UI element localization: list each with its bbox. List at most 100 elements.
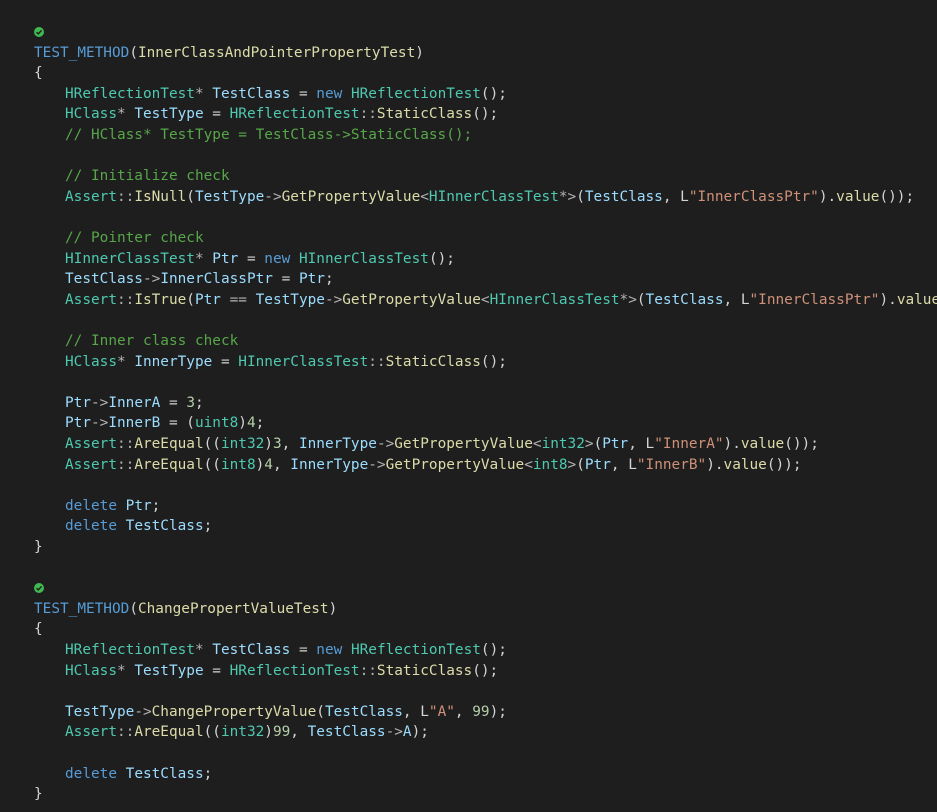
code-token: Ptr (212, 250, 239, 267)
code-line[interactable]: } (34, 537, 43, 558)
code-line[interactable]: Assert::AreEqual((int32)3, InnerType->Ge… (65, 434, 819, 455)
code-token: Ptr (298, 271, 325, 288)
code-token: } (34, 786, 43, 803)
code-line[interactable]: HReflectionTest* TestClass = new HReflec… (65, 640, 507, 661)
code-token: TEST_METHOD (34, 600, 130, 617)
code-token: ). (879, 291, 897, 308)
code-line[interactable]: Ptr->InnerB = (uint8)4; (65, 413, 264, 434)
code-token: ). (706, 456, 724, 473)
code-token: "InnerClassPtr" (749, 291, 880, 308)
code-token: GetPropertyValue (385, 456, 525, 473)
code-token: HInnerClassTest (428, 188, 559, 205)
code-token: ( (576, 188, 585, 205)
code-token: ; (194, 394, 204, 411)
code-token: AreEqual (134, 724, 204, 741)
code-line[interactable]: TestType->ChangePropertyValue(TestClass,… (65, 702, 507, 723)
code-token: ) (264, 724, 273, 741)
code-token: Assert (65, 436, 117, 452)
code-line[interactable]: Ptr->InnerA = 3; (65, 393, 204, 414)
code-line[interactable]: Assert::AreEqual((int32)99, TestClass->A… (65, 722, 429, 743)
code-token: = (290, 642, 317, 658)
code-line[interactable]: Assert::IsNull(TestType->GetPropertyValu… (65, 187, 914, 208)
code-line[interactable]: // Pointer check (65, 228, 204, 249)
code-token: HReflectionTest (350, 85, 481, 102)
code-token: ( (576, 456, 585, 473)
code-token: HReflectionTest (65, 642, 195, 658)
code-token: < (532, 436, 542, 452)
code-token: InnerType (298, 436, 377, 452)
code-line[interactable]: // HClass* TestType = TestClass->StaticC… (65, 125, 472, 146)
code-line[interactable]: // Inner class check (65, 331, 238, 352)
code-token: // Pointer check (65, 230, 204, 246)
code-line[interactable]: Assert::AreEqual((int8)4, InnerType->Get… (65, 455, 802, 476)
code-token: ()); (766, 456, 802, 473)
code-token: :: (359, 662, 377, 679)
code-token: , (281, 436, 299, 452)
code-line[interactable]: // Initialize check (65, 166, 230, 187)
code-token: 99 (472, 703, 490, 720)
code-token: = (238, 250, 265, 267)
code-token: * (116, 662, 135, 679)
code-token: , L (628, 436, 655, 452)
code-line[interactable]: TestClass->InnerClassPtr = Ptr; (65, 269, 334, 290)
code-token: :: (368, 353, 386, 370)
code-line[interactable]: delete TestClass; (65, 516, 212, 537)
code-line[interactable]: HClass* InnerType = HInnerClassTest::Sta… (65, 352, 507, 373)
code-token: A (402, 724, 412, 741)
code-token: Assert (65, 724, 117, 741)
code-token: (); (428, 250, 455, 267)
code-token: value (896, 291, 937, 308)
code-line[interactable]: TEST_METHOD(ChangePropertValueTest) (34, 599, 337, 620)
code-editor[interactable]: TEST_METHOD(InnerClassAndPointerProperty… (0, 0, 937, 812)
code-token: < (420, 188, 429, 205)
code-token: , L (723, 291, 750, 308)
code-token: GetPropertyValue (342, 291, 481, 308)
code-line[interactable]: Assert::IsTrue(Ptr == TestType->GetPrope… (65, 290, 937, 311)
code-token: int32 (220, 436, 265, 452)
code-token: ( (129, 44, 138, 61)
code-token: HClass (65, 662, 117, 679)
code-token: Assert (65, 188, 117, 205)
code-token: TestClass (212, 85, 291, 102)
code-line[interactable]: HClass* TestType = HReflectionTest::Stat… (65, 104, 498, 125)
code-token: ) (255, 456, 265, 473)
code-line[interactable]: } (34, 784, 43, 805)
code-token: :: (116, 724, 135, 741)
code-token: StaticClass (376, 106, 473, 123)
code-line[interactable]: HReflectionTest* TestClass = new HReflec… (65, 84, 507, 105)
code-token: ()); (879, 188, 915, 205)
code-token: 4 (246, 415, 256, 432)
code-token: TestType (194, 188, 265, 205)
code-line[interactable]: { (34, 63, 43, 84)
code-token: TestType (255, 291, 325, 308)
code-token: ; (255, 415, 265, 432)
code-line[interactable]: TEST_METHOD(InnerClassAndPointerProperty… (34, 43, 424, 64)
code-token: 99 (272, 724, 291, 741)
code-line[interactable]: delete TestClass; (65, 764, 212, 785)
code-token: -> (376, 436, 395, 452)
code-token: Ptr (194, 291, 221, 308)
code-token: new (264, 250, 291, 267)
code-token: TestClass (307, 724, 386, 741)
code-line[interactable]: delete Ptr; (65, 496, 160, 517)
test-passed-icon[interactable] (34, 583, 44, 594)
code-token: HReflectionTest (65, 85, 195, 102)
code-token: HReflectionTest (229, 106, 360, 123)
code-token: * (116, 106, 135, 123)
code-token: -> (134, 703, 152, 720)
code-line[interactable]: HClass* TestType = HReflectionTest::Stat… (65, 661, 498, 682)
code-token: "InnerClassPtr" (688, 188, 819, 205)
code-token: int8 (220, 456, 256, 473)
code-token: TestClass (645, 291, 724, 308)
code-token: uint8 (194, 415, 239, 432)
code-token: ( (186, 291, 195, 308)
code-token: = (272, 271, 299, 288)
code-line[interactable]: HInnerClassTest* Ptr = new HInnerClassTe… (65, 249, 455, 270)
code-token: AreEqual (134, 456, 204, 473)
code-token: :: (116, 291, 135, 308)
code-token: (); (480, 85, 507, 102)
code-token: -> (91, 415, 109, 432)
code-line[interactable]: { (34, 619, 43, 640)
test-passed-icon[interactable] (34, 27, 44, 37)
